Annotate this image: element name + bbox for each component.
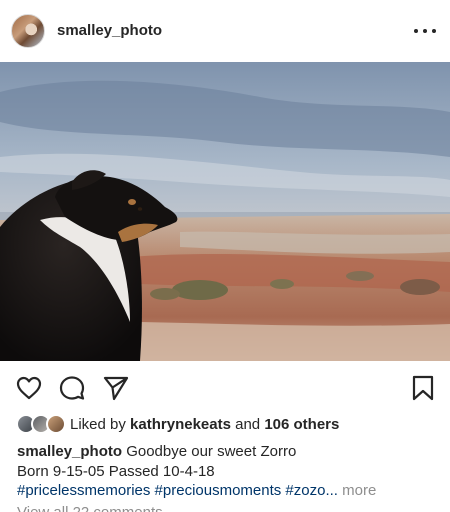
view-all-comments-link[interactable]: View all 22 comments (17, 504, 163, 512)
profile-avatar[interactable] (11, 14, 45, 48)
caption-dates: Born 9-15-05 Passed 10-4-18 (17, 462, 215, 480)
caption-username[interactable]: smalley_photo (17, 443, 122, 460)
post-photo[interactable] (0, 62, 450, 361)
likes-middle: and (230, 415, 265, 433)
caption-line-1: smalley_photo Goodbye our sweet Zorro (17, 442, 437, 462)
likes-summary[interactable]: Liked by kathrynekeats and 106 others (16, 413, 339, 435)
bookmark-icon[interactable] (410, 375, 436, 401)
caption-hashtags[interactable]: #pricelessmemories #preciousmoments #zoz… (17, 482, 338, 499)
caption-text: Goodbye our sweet Zorro (126, 443, 297, 460)
action-bar (0, 361, 450, 413)
heart-icon[interactable] (16, 375, 42, 401)
likes-text: Liked by kathrynekeats and 106 others (70, 416, 339, 433)
caption-hashtag-line: #pricelessmemories #preciousmoments #zoz… (17, 481, 437, 501)
send-icon[interactable] (103, 375, 129, 401)
more-options-icon[interactable] (414, 22, 436, 40)
post-username[interactable]: smalley_photo (57, 22, 162, 39)
post-caption: smalley_photo Goodbye our sweet Zorro Bo… (17, 442, 437, 501)
likes-others-count[interactable]: 106 others (264, 416, 339, 433)
liker-username[interactable]: kathrynekeats (130, 416, 231, 433)
comment-icon[interactable] (59, 375, 85, 401)
liker-avatars (16, 413, 70, 435)
post-header: smalley_photo (0, 0, 450, 62)
likes-prefix: Liked by (70, 415, 131, 433)
caption-more-link[interactable]: more (338, 482, 376, 499)
liker-avatar (46, 414, 66, 434)
